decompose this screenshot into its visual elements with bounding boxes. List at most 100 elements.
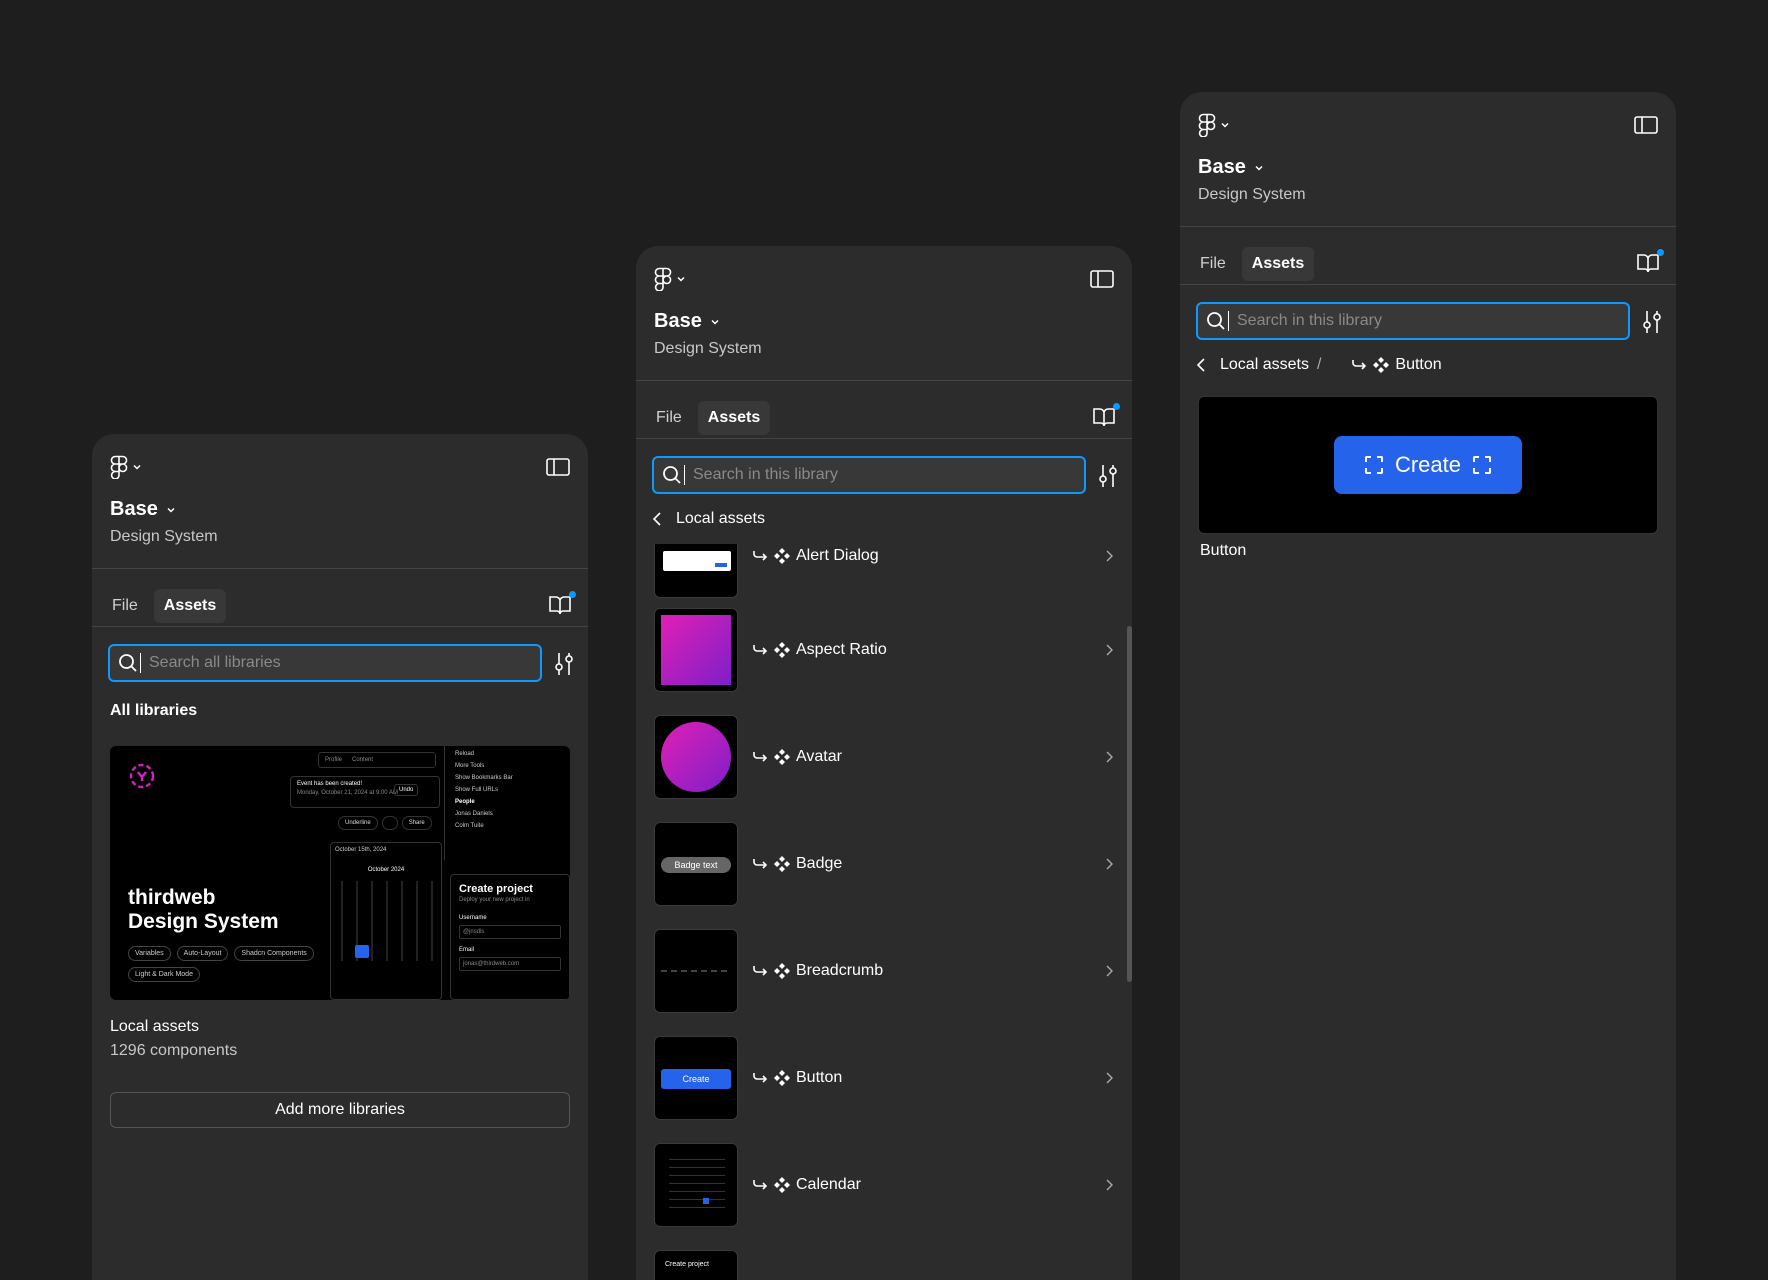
scrollbar[interactable] bbox=[1127, 626, 1132, 982]
asset-name: Badge bbox=[796, 855, 843, 872]
library-card-preview[interactable]: thirdweb Design System Variables Auto-La… bbox=[110, 746, 570, 1000]
page-title: Base bbox=[654, 310, 702, 332]
breadcrumb-root[interactable]: Local assets bbox=[676, 510, 765, 528]
list-item[interactable]: Avatar bbox=[654, 715, 1116, 799]
figma-logo-icon bbox=[110, 455, 128, 479]
notification-dot bbox=[1657, 249, 1664, 256]
list-item[interactable]: Badge text Badge bbox=[654, 822, 1116, 906]
libraries-panel: Base Design System File Assets All libra… bbox=[92, 434, 588, 1280]
chevron-right-icon bbox=[1106, 644, 1113, 656]
component-preview[interactable]: Create bbox=[1198, 396, 1658, 534]
panel-header bbox=[1198, 110, 1658, 140]
preview-chip: Light & Dark Mode bbox=[128, 967, 200, 982]
back-chevron-icon[interactable] bbox=[1194, 357, 1208, 373]
list-item[interactable]: Breadcrumb bbox=[654, 929, 1116, 1013]
asset-thumbnail bbox=[654, 715, 738, 799]
preview-tab: Profile bbox=[325, 757, 343, 763]
list-item[interactable]: Create Button bbox=[654, 1036, 1116, 1120]
figma-menu-button[interactable] bbox=[654, 267, 686, 291]
filter-icon[interactable] bbox=[552, 650, 576, 678]
tab-bar: File Assets bbox=[646, 398, 1120, 438]
list-item[interactable]: Alert Dialog bbox=[654, 544, 1116, 598]
notification-dot bbox=[1113, 403, 1120, 410]
chevron-right-icon bbox=[1106, 751, 1113, 763]
figma-menu-button[interactable] bbox=[1198, 113, 1230, 137]
instance-arrow-icon bbox=[753, 752, 768, 762]
list-item[interactable]: Create project bbox=[654, 1250, 1116, 1280]
sidebar-toggle-icon[interactable] bbox=[1090, 270, 1114, 288]
notification-dot bbox=[569, 591, 576, 598]
list-item[interactable]: Calendar bbox=[654, 1143, 1116, 1227]
chevron-down-icon bbox=[1255, 165, 1263, 171]
list-item[interactable]: Aspect Ratio bbox=[654, 608, 1116, 692]
search-field[interactable] bbox=[1196, 302, 1630, 340]
library-name[interactable]: Local assets bbox=[110, 1018, 199, 1036]
preview-selected-day bbox=[355, 945, 369, 958]
breadcrumb-current: Button bbox=[1351, 356, 1442, 374]
component-icon bbox=[1373, 357, 1390, 373]
panel-header bbox=[110, 452, 570, 482]
figma-menu-button[interactable] bbox=[110, 455, 142, 479]
file-title-button[interactable]: Base bbox=[1198, 156, 1264, 179]
instance-arrow-icon bbox=[753, 1180, 768, 1190]
dashed-square-icon bbox=[1364, 456, 1383, 474]
asset-list-panel: Base Design System File Assets Local ass… bbox=[636, 246, 1132, 1280]
page-title: Base bbox=[1198, 156, 1246, 178]
libraries-button[interactable] bbox=[1636, 249, 1664, 276]
book-icon bbox=[549, 596, 571, 615]
asset-thumbnail bbox=[654, 929, 738, 1013]
preview-create-button: Create bbox=[1334, 436, 1522, 494]
libraries-button[interactable] bbox=[548, 591, 576, 618]
component-icon bbox=[774, 856, 790, 872]
asset-label: Calendar bbox=[752, 1176, 861, 1194]
preview-chip: Shadcn Components bbox=[234, 946, 314, 961]
instance-arrow-icon bbox=[753, 1073, 768, 1083]
search-input[interactable] bbox=[149, 654, 539, 672]
asset-list: Alert Dialog Aspect Ratio Avatar Badge t… bbox=[636, 544, 1132, 1280]
tab-assets[interactable]: Assets bbox=[1241, 247, 1315, 281]
breadcrumb-root[interactable]: Local assets bbox=[1220, 356, 1309, 374]
asset-name: Calendar bbox=[796, 1176, 861, 1193]
asset-thumbnail bbox=[654, 544, 738, 598]
badge-preview: Badge text bbox=[661, 857, 731, 873]
search-field[interactable] bbox=[108, 644, 542, 682]
figma-logo-icon bbox=[1198, 113, 1216, 137]
divider bbox=[92, 568, 588, 569]
component-icon bbox=[774, 963, 790, 979]
preview-menu-item: More Tools bbox=[455, 763, 485, 769]
file-title-button[interactable]: Base bbox=[654, 310, 720, 333]
tab-file[interactable]: File bbox=[102, 589, 148, 623]
search-icon bbox=[663, 466, 681, 484]
preview-menu-item: Jonas Daniels bbox=[455, 811, 493, 817]
text-caret bbox=[684, 465, 685, 485]
tab-assets[interactable]: Assets bbox=[697, 401, 771, 435]
preview-share: Share bbox=[401, 816, 432, 830]
preview-email-label: Email bbox=[459, 947, 475, 953]
filter-icon[interactable] bbox=[1096, 462, 1120, 490]
sidebar-toggle-icon[interactable] bbox=[546, 458, 570, 476]
back-chevron-icon[interactable] bbox=[650, 511, 664, 527]
filter-icon[interactable] bbox=[1640, 308, 1664, 336]
tab-file[interactable]: File bbox=[646, 401, 692, 435]
instance-arrow-icon bbox=[753, 645, 768, 655]
file-title-button[interactable]: Base bbox=[110, 498, 176, 521]
tab-file[interactable]: File bbox=[1190, 247, 1236, 281]
divider bbox=[1180, 284, 1676, 285]
preview-menu-item: Colm Tuite bbox=[455, 823, 484, 829]
search-icon bbox=[1207, 312, 1225, 330]
sidebar-toggle-icon[interactable] bbox=[1634, 116, 1658, 134]
tab-assets[interactable]: Assets bbox=[153, 589, 227, 623]
chevron-right-icon bbox=[1106, 550, 1113, 562]
component-icon bbox=[774, 642, 790, 658]
preview-icon-chip bbox=[381, 816, 398, 830]
search-input[interactable] bbox=[693, 466, 1083, 484]
libraries-button[interactable] bbox=[1092, 403, 1120, 430]
asset-thumbnail: Create project bbox=[654, 1250, 738, 1280]
preview-title-line: thirdweb bbox=[128, 886, 216, 909]
add-libraries-button[interactable]: Add more libraries bbox=[110, 1092, 570, 1128]
preview-chip: Auto-Layout bbox=[176, 946, 229, 961]
component-icon bbox=[774, 749, 790, 765]
search-input[interactable] bbox=[1237, 312, 1627, 330]
search-field[interactable] bbox=[652, 456, 1086, 494]
chevron-right-icon bbox=[1106, 858, 1113, 870]
